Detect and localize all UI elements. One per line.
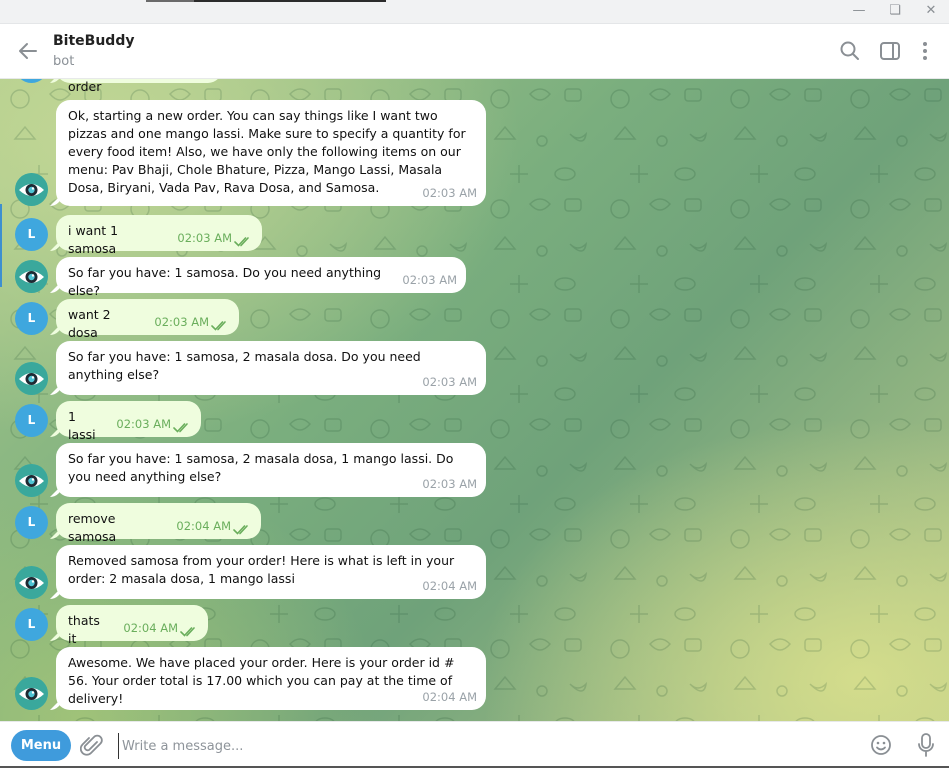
outgoing-message[interactable]: 1 lassi 02:03 AM <box>56 401 201 442</box>
selection-indicator <box>0 204 2 287</box>
user-avatar[interactable]: L <box>15 302 48 335</box>
outgoing-message[interactable]: new order02:03 AM <box>56 79 222 94</box>
message-text: So far you have: 1 samosa, 2 masala dosa… <box>68 349 421 382</box>
microphone-icon[interactable] <box>914 731 938 759</box>
message-timestamp: 02:04 AM <box>176 519 231 533</box>
outgoing-message[interactable]: thats it 02:04 AM <box>56 605 208 646</box>
bot-avatar-eye-icon[interactable] <box>15 260 48 293</box>
bot-avatar-eye-icon[interactable] <box>15 464 48 497</box>
message-timestamp: 02:04 AM <box>422 579 477 593</box>
message-text: Awesome. We have placed your order. Here… <box>68 655 455 706</box>
close-icon[interactable]: ✕ <box>920 2 942 20</box>
outgoing-message[interactable]: i want 1 samosa 02:03 AM <box>56 215 262 256</box>
sidebar-toggle-icon[interactable] <box>878 39 902 63</box>
message-text: Ok, starting a new order. You can say th… <box>68 108 466 195</box>
read-receipt-icon <box>233 523 253 535</box>
minimize-icon[interactable]: — <box>848 2 870 20</box>
titlebar-strip <box>146 0 386 2</box>
bot-avatar-eye-icon[interactable] <box>15 173 48 206</box>
message-timestamp: 02:04 AM <box>422 690 477 704</box>
message-text: new order <box>68 79 102 94</box>
message-text: Removed samosa from your order! Here is … <box>68 553 455 586</box>
outgoing-message[interactable]: want 2 dosa 02:03 AM <box>56 299 239 340</box>
more-options-icon[interactable] <box>913 39 937 63</box>
message-timestamp: 02:03 AM <box>422 477 477 491</box>
chat-area[interactable]: new order02:03 AM LOk, starting a new or… <box>0 79 949 721</box>
incoming-message[interactable]: Awesome. We have placed your order. Here… <box>56 647 486 710</box>
bot-menu-button[interactable]: Menu <box>11 730 71 761</box>
read-receipt-icon <box>234 235 254 247</box>
message-timestamp: 02:03 AM <box>422 186 477 200</box>
window-titlebar: — ❏ ✕ <box>0 0 949 24</box>
incoming-message[interactable]: Ok, starting a new order. You can say th… <box>56 100 486 206</box>
user-avatar[interactable]: L <box>15 608 48 641</box>
attach-paperclip-icon[interactable] <box>79 732 104 758</box>
bot-avatar-eye-icon[interactable] <box>15 566 48 599</box>
user-avatar[interactable]: L <box>15 218 48 251</box>
user-avatar[interactable]: L <box>15 506 48 539</box>
back-arrow-icon[interactable] <box>14 38 42 64</box>
bot-avatar-eye-icon[interactable] <box>15 677 48 710</box>
search-icon[interactable] <box>838 39 862 63</box>
incoming-message[interactable]: Removed samosa from your order! Here is … <box>56 545 486 599</box>
incoming-message[interactable]: So far you have: 1 samosa, 2 masala dosa… <box>56 341 486 395</box>
message-timestamp: 02:04 AM <box>123 621 178 635</box>
message-text: So far you have: 1 samosa. Do you need a… <box>68 265 382 298</box>
message-composer: Menu <box>0 721 949 769</box>
message-timestamp: 02:03 AM <box>422 375 477 389</box>
chat-status: bot <box>53 54 75 69</box>
chat-header: BiteBuddy bot <box>0 24 949 79</box>
message-timestamp: 02:03 AM <box>177 231 232 245</box>
user-avatar[interactable]: L <box>15 404 48 437</box>
emoji-icon[interactable] <box>869 733 893 757</box>
message-timestamp: 02:03 AM <box>154 315 209 329</box>
outgoing-message[interactable]: remove samosa 02:04 AM <box>56 503 261 544</box>
message-text: So far you have: 1 samosa, 2 masala dosa… <box>68 451 454 484</box>
read-receipt-icon <box>211 319 231 331</box>
incoming-message[interactable]: So far you have: 1 samosa. Do you need a… <box>56 257 466 298</box>
message-input[interactable] <box>118 733 844 759</box>
message-timestamp: 02:03 AM <box>116 417 171 431</box>
bot-avatar-eye-icon[interactable] <box>15 362 48 395</box>
incoming-message[interactable]: So far you have: 1 samosa, 2 masala dosa… <box>56 443 486 497</box>
read-receipt-icon <box>173 421 193 433</box>
message-timestamp: 02:03 AM <box>402 273 457 287</box>
read-receipt-icon <box>180 625 200 637</box>
restore-icon[interactable]: ❏ <box>884 2 906 20</box>
chat-title[interactable]: BiteBuddy <box>53 33 134 49</box>
